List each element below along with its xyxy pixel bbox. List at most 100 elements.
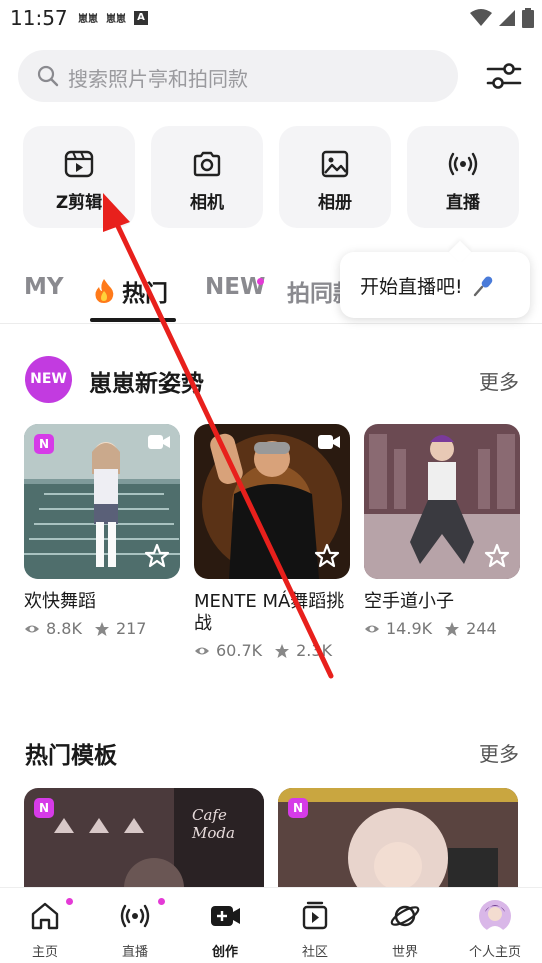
status-bar: 11:57 崽崽 崽崽 A: [0, 0, 542, 36]
pose-thumbnail: N: [24, 424, 180, 579]
signal-icon: [499, 10, 515, 26]
tab-hot-label: 热门: [122, 281, 168, 307]
star-icon: [275, 643, 290, 658]
active-tab-indicator: [90, 318, 176, 322]
tooltip-arrow: [448, 240, 472, 264]
pose-cards: N 欢快舞蹈 8.8K 217 MENTE MÁ舞蹈挑战 60.7K 2.3K …: [24, 424, 520, 674]
nav-label: 个人主页: [468, 945, 521, 960]
nav-label: 世界: [391, 945, 418, 960]
camera-icon: [193, 151, 221, 177]
star-icon: [94, 621, 109, 636]
filter-settings-button[interactable]: [484, 56, 524, 96]
favorite-star-icon[interactable]: [144, 543, 170, 569]
pose-card[interactable]: N 欢快舞蹈 8.8K 217: [24, 424, 180, 638]
more-link[interactable]: 更多: [479, 738, 519, 767]
search-row: 搜索照片亭和拍同款: [18, 50, 524, 102]
video-edit-icon: [64, 150, 94, 178]
video-camera-icon: [318, 435, 340, 449]
search-icon: [37, 65, 59, 87]
star-count: 244: [466, 619, 497, 638]
nav-profile[interactable]: 个人主页: [450, 888, 540, 963]
home-icon: [31, 902, 59, 930]
creation-tools: Z剪辑 相机 相册 直播: [23, 126, 519, 230]
app-notification-badge: 崽崽: [106, 14, 126, 25]
eye-icon: [195, 647, 209, 654]
card-title: 空手道小子: [364, 591, 454, 612]
tab-my[interactable]: MY: [24, 274, 64, 300]
system-icons: [470, 8, 534, 28]
tool-label: 直播: [446, 193, 480, 213]
section-title: 热门模板: [25, 743, 117, 769]
favorite-star-icon[interactable]: [314, 543, 340, 569]
search-input[interactable]: 搜索照片亭和拍同款: [18, 50, 458, 102]
section-new-poses: NEW 崽崽新姿势 更多: [25, 356, 519, 404]
section-title: 崽崽新姿势: [89, 371, 204, 397]
nav-create[interactable]: 创作: [180, 888, 270, 963]
sliders-icon: [486, 63, 522, 89]
tool-label: 相册: [318, 193, 352, 213]
nav-live[interactable]: 直播: [90, 888, 180, 963]
live-icon: [120, 904, 150, 928]
tab-hot[interactable]: 热门: [92, 274, 168, 308]
n-badge: N: [34, 798, 54, 818]
nav-dot-indicator: [66, 898, 73, 905]
tool-label: 相机: [190, 193, 224, 213]
fire-icon: [95, 279, 114, 303]
card-stats: 60.7K 2.3K: [194, 641, 350, 660]
nav-dot-indicator: [158, 898, 165, 905]
image-icon: [321, 150, 349, 178]
live-tooltip[interactable]: 开始直播吧!: [340, 240, 530, 318]
star-icon: [445, 621, 460, 636]
planet-icon: [390, 905, 420, 927]
microphone-icon: [473, 275, 492, 296]
community-icon: [302, 901, 328, 930]
n-badge: N: [34, 434, 54, 454]
nav-home[interactable]: 主页: [0, 888, 90, 963]
card-title: MENTE MÁ舞蹈挑战: [194, 591, 345, 634]
pose-thumbnail: [364, 424, 520, 579]
create-icon: [211, 906, 240, 926]
tooltip-label: 开始直播吧!: [360, 276, 463, 298]
a-notification-icon: A: [134, 10, 148, 25]
eye-icon: [25, 625, 39, 632]
avatar-icon: [479, 900, 511, 932]
new-badge: NEW: [25, 356, 72, 403]
template-thumbnail: [278, 788, 518, 898]
tab-new[interactable]: NEW: [205, 274, 265, 300]
view-count: 60.7K: [216, 641, 263, 660]
pose-card[interactable]: MENTE MÁ舞蹈挑战 60.7K 2.3K: [194, 424, 350, 660]
nav-label: 创作: [211, 945, 238, 960]
search-placeholder: 搜索照片亭和拍同款: [68, 67, 248, 91]
cafe-sign-text: Cafe Moda: [192, 806, 235, 842]
template-card[interactable]: N: [278, 788, 518, 898]
more-link[interactable]: 更多: [479, 366, 519, 395]
star-count: 2.3K: [296, 641, 333, 660]
tool-camera[interactable]: 相机: [151, 126, 263, 228]
view-count: 14.9K: [386, 619, 433, 638]
nav-world[interactable]: 世界: [360, 888, 450, 963]
card-title: 欢快舞蹈: [24, 591, 96, 612]
nav-community[interactable]: 社区: [270, 888, 360, 963]
video-camera-icon: [148, 435, 170, 449]
star-count: 217: [115, 619, 147, 638]
tool-label: Z剪辑: [55, 193, 103, 213]
wifi-icon: [470, 9, 492, 26]
nav-label: 直播: [121, 945, 148, 960]
section-hot-templates: 热门模板 更多: [25, 728, 519, 776]
template-card[interactable]: N Cafe Moda: [24, 788, 264, 898]
tool-album[interactable]: 相册: [279, 126, 391, 228]
broadcast-icon: [448, 152, 478, 176]
tooltip-content: 开始直播吧!: [360, 272, 495, 299]
card-stats: 14.9K 244: [364, 619, 520, 638]
bottom-navigation: 主页 直播 创作 社区 世界 个人主页: [0, 887, 542, 963]
template-thumbnail: [24, 788, 264, 898]
eye-icon: [365, 625, 379, 632]
card-stats: 8.8K 217: [24, 619, 180, 638]
tool-live[interactable]: 直播: [407, 126, 519, 228]
tool-z-edit[interactable]: Z剪辑: [23, 126, 135, 228]
nav-label: 社区: [301, 945, 328, 960]
favorite-star-icon[interactable]: [484, 543, 510, 569]
view-count: 8.8K: [46, 619, 82, 638]
nav-label: 主页: [31, 945, 58, 960]
pose-card[interactable]: 空手道小子 14.9K 244: [364, 424, 520, 638]
